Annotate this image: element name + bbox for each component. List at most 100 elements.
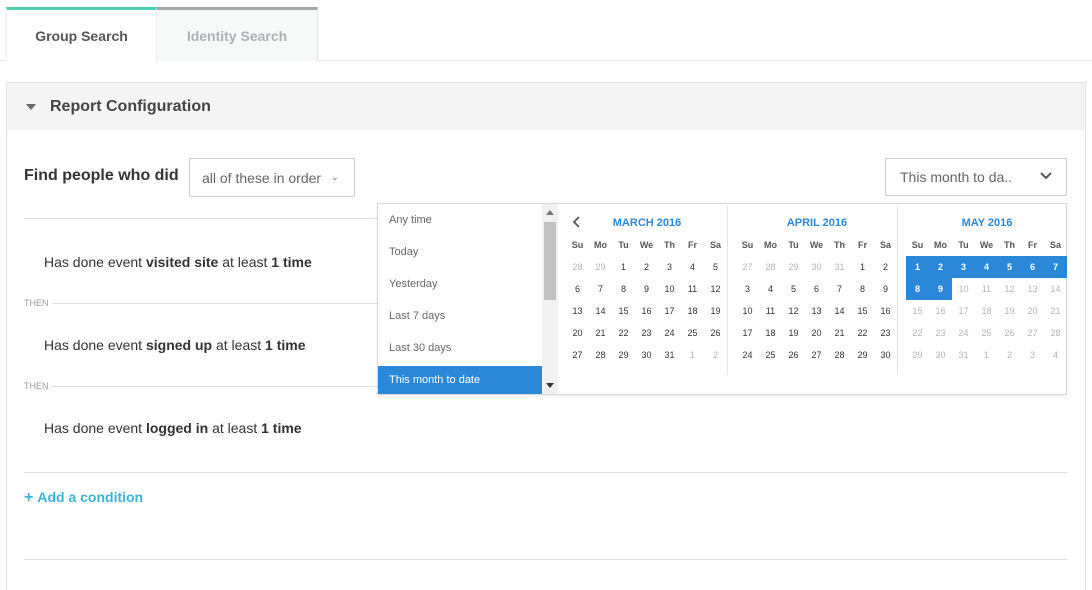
calendar-day[interactable]: 25	[681, 322, 704, 344]
calendar-day[interactable]: 9	[635, 278, 658, 300]
condition-row[interactable]: Has done event visited site at least 1 t…	[44, 254, 312, 270]
calendar-day[interactable]: 11	[975, 278, 998, 300]
calendar-day[interactable]: 15	[851, 300, 874, 322]
calendar-day[interactable]: 14	[589, 300, 612, 322]
calendar-day-selected[interactable]: 6	[1021, 256, 1044, 278]
scroll-up-icon[interactable]	[546, 210, 554, 215]
calendar-day[interactable]: 15	[612, 300, 635, 322]
calendar-day[interactable]: 18	[681, 300, 704, 322]
calendar-day[interactable]: 26	[998, 322, 1021, 344]
calendar-day[interactable]: 30	[805, 256, 828, 278]
calendar-day[interactable]: 31	[828, 256, 851, 278]
calendar-day[interactable]: 26	[704, 322, 727, 344]
calendar-day[interactable]: 10	[736, 300, 759, 322]
add-condition-button[interactable]: + Add a condition	[24, 489, 143, 507]
calendar-day-selected[interactable]: 5	[998, 256, 1021, 278]
calendar-day[interactable]: 17	[952, 300, 975, 322]
preset-scrollbar[interactable]	[542, 204, 558, 394]
calendar-day[interactable]: 14	[828, 300, 851, 322]
calendar-day[interactable]: 29	[612, 344, 635, 366]
calendar-day[interactable]: 20	[1021, 300, 1044, 322]
calendar-day[interactable]: 16	[635, 300, 658, 322]
condition-row[interactable]: Has done event logged in at least 1 time	[44, 420, 302, 436]
calendar-day[interactable]: 23	[635, 322, 658, 344]
calendar-day[interactable]: 3	[1021, 344, 1044, 366]
calendar-day[interactable]: 21	[589, 322, 612, 344]
calendar-day[interactable]: 17	[658, 300, 681, 322]
calendar-day[interactable]: 13	[566, 300, 589, 322]
calendar-day-selected[interactable]: 4	[975, 256, 998, 278]
calendar-day[interactable]: 29	[906, 344, 929, 366]
calendar-day[interactable]: 24	[952, 322, 975, 344]
calendar-day[interactable]: 8	[851, 278, 874, 300]
calendar-day[interactable]: 2	[998, 344, 1021, 366]
preset-any-time[interactable]: Any time	[378, 206, 542, 234]
calendar-day[interactable]: 28	[759, 256, 782, 278]
calendar-day[interactable]: 2	[874, 256, 897, 278]
calendar-day[interactable]: 4	[759, 278, 782, 300]
caret-down-icon[interactable]	[26, 103, 36, 110]
calendar-day[interactable]: 12	[998, 278, 1021, 300]
calendar-day[interactable]: 18	[759, 322, 782, 344]
calendar-day[interactable]: 27	[566, 344, 589, 366]
calendar-day[interactable]: 28	[828, 344, 851, 366]
preset-last-7-days[interactable]: Last 7 days	[378, 302, 542, 330]
calendar-day[interactable]: 12	[704, 278, 727, 300]
calendar-day[interactable]: 23	[929, 322, 952, 344]
calendar-day-selected[interactable]: 7	[1044, 256, 1067, 278]
calendar-day[interactable]: 22	[906, 322, 929, 344]
date-range-select[interactable]: This month to da..	[885, 158, 1067, 196]
calendar-day[interactable]: 1	[681, 344, 704, 366]
calendar-day[interactable]: 10	[658, 278, 681, 300]
preset-last-30-days[interactable]: Last 30 days	[378, 334, 542, 362]
calendar-day[interactable]: 7	[589, 278, 612, 300]
calendar-day[interactable]: 27	[736, 256, 759, 278]
calendar-day[interactable]: 10	[952, 278, 975, 300]
calendar-day[interactable]: 23	[874, 322, 897, 344]
calendar-day[interactable]: 9	[874, 278, 897, 300]
calendar-day[interactable]: 27	[805, 344, 828, 366]
calendar-day[interactable]: 5	[782, 278, 805, 300]
calendar-day[interactable]: 1	[975, 344, 998, 366]
calendar-day[interactable]: 13	[805, 300, 828, 322]
calendar-day[interactable]: 24	[658, 322, 681, 344]
calendar-day[interactable]: 4	[681, 256, 704, 278]
tab-identity-search[interactable]: Identity Search	[157, 7, 318, 61]
calendar-day[interactable]: 2	[704, 344, 727, 366]
preset-this-month-to-date[interactable]: This month to date	[378, 366, 542, 394]
calendar-day[interactable]: 18	[975, 300, 998, 322]
calendar-day[interactable]: 29	[782, 256, 805, 278]
calendar-day[interactable]: 11	[681, 278, 704, 300]
calendar-day[interactable]: 30	[874, 344, 897, 366]
calendar-day[interactable]: 28	[589, 344, 612, 366]
calendar-day[interactable]: 11	[759, 300, 782, 322]
calendar-day[interactable]: 20	[566, 322, 589, 344]
calendar-day[interactable]: 5	[704, 256, 727, 278]
calendar-day[interactable]: 1	[612, 256, 635, 278]
order-select[interactable]: all of these in order ⌄	[189, 158, 355, 197]
calendar-day[interactable]: 22	[612, 322, 635, 344]
calendar-day[interactable]: 29	[851, 344, 874, 366]
calendar-day[interactable]: 30	[929, 344, 952, 366]
calendar-day[interactable]: 15	[906, 300, 929, 322]
panel-header[interactable]: Report Configuration	[7, 83, 1085, 130]
calendar-day[interactable]: 6	[566, 278, 589, 300]
calendar-day[interactable]: 27	[1021, 322, 1044, 344]
calendar-day[interactable]: 3	[736, 278, 759, 300]
calendar-day[interactable]: 25	[975, 322, 998, 344]
calendar-day[interactable]: 22	[851, 322, 874, 344]
calendar-day[interactable]: 28	[1044, 322, 1067, 344]
calendar-day[interactable]: 19	[782, 322, 805, 344]
calendar-day[interactable]: 2	[635, 256, 658, 278]
calendar-day[interactable]: 25	[759, 344, 782, 366]
calendar-day-selected[interactable]: 3	[952, 256, 975, 278]
calendar-day[interactable]: 16	[929, 300, 952, 322]
calendar-day[interactable]: 20	[805, 322, 828, 344]
calendar-day[interactable]: 7	[828, 278, 851, 300]
calendar-day[interactable]: 1	[851, 256, 874, 278]
calendar-day[interactable]: 30	[635, 344, 658, 366]
calendar-day[interactable]: 14	[1044, 278, 1067, 300]
calendar-day[interactable]: 28	[566, 256, 589, 278]
calendar-day[interactable]: 21	[1044, 300, 1067, 322]
calendar-day[interactable]: 29	[589, 256, 612, 278]
